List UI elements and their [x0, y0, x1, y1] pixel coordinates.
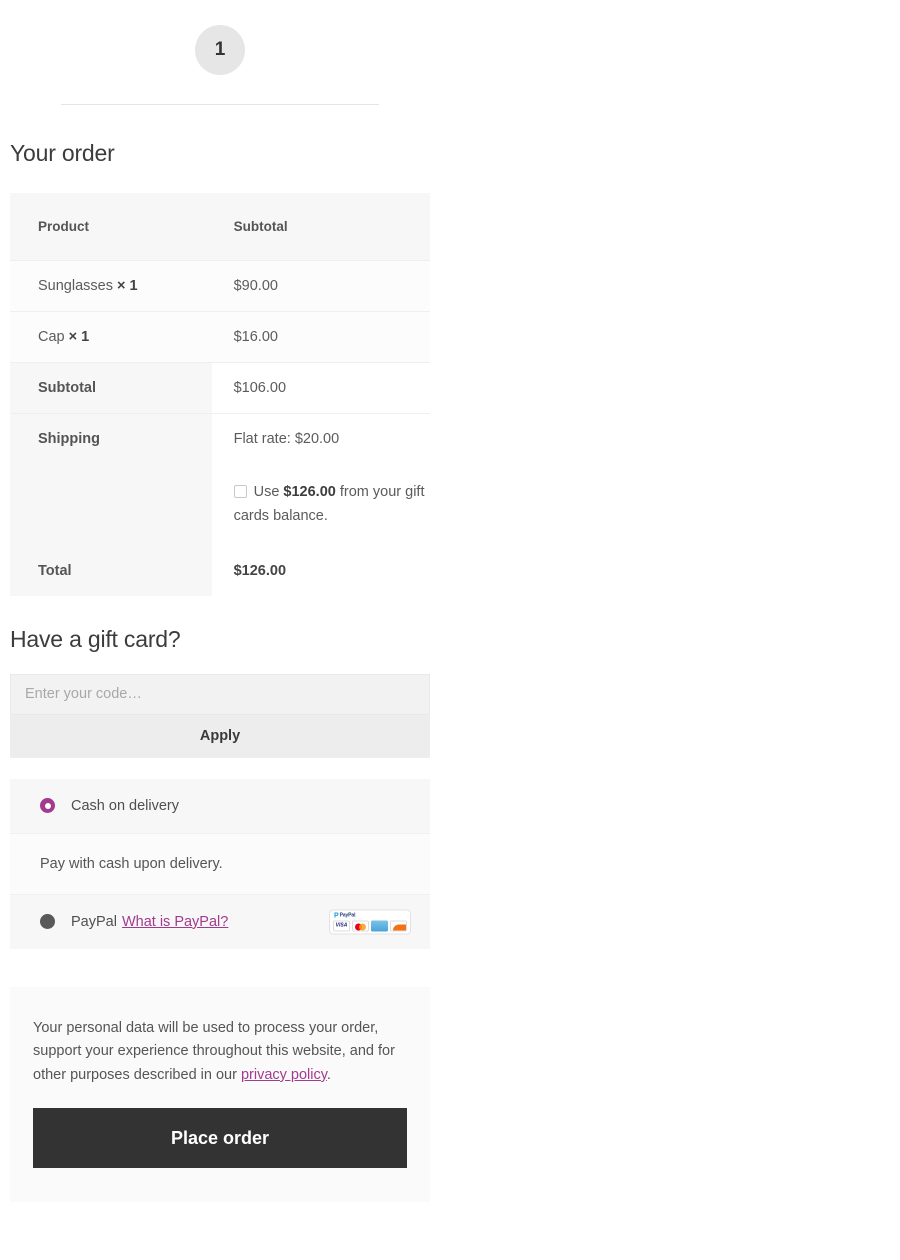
- giftcard-code-input[interactable]: [10, 673, 430, 715]
- amex-logo: [371, 920, 388, 932]
- giftcard-toggle-spacer: [10, 464, 212, 546]
- product-price: $16.00: [211, 311, 430, 363]
- product-name: Sunglasses: [38, 278, 113, 294]
- giftcard-form: Apply: [10, 673, 430, 758]
- payment-option-label: PayPal: [71, 913, 117, 930]
- visa-logo: VISA: [333, 920, 350, 932]
- checkout-panel-step-2: 2 Your order Product Subtotal Sunglasses…: [440, 0, 900, 1260]
- payment-methods-list: Cash on delivery Pay with cash upon deli…: [10, 778, 430, 949]
- payment-option-cash-on-delivery[interactable]: Cash on delivery: [10, 778, 430, 833]
- place-order-button[interactable]: Place order: [33, 1108, 407, 1169]
- radio-selected-icon[interactable]: [40, 798, 55, 814]
- shipping-label: Shipping: [10, 413, 212, 464]
- step-header-1: 1: [10, 0, 430, 105]
- privacy-text-before: Your personal data will be used to proce…: [33, 1019, 395, 1083]
- column-header-product: Product: [10, 193, 212, 261]
- column-header-subtotal: Subtotal: [211, 193, 430, 261]
- total-value: $126.00: [211, 545, 430, 596]
- subtotal-value: $106.00: [211, 362, 430, 414]
- table-row: Sunglasses × 1 $90.00: [10, 260, 430, 312]
- giftcard-toggle-row: Use $126.00 from your gift cards balance…: [10, 464, 430, 546]
- paypal-logo: P PayPal: [334, 912, 356, 920]
- total-label: Total: [10, 545, 212, 596]
- privacy-policy-link[interactable]: privacy policy: [241, 1067, 327, 1083]
- giftcard-apply-button[interactable]: Apply: [10, 714, 430, 758]
- payment-description-cash-on-delivery: Pay with cash upon delivery.: [10, 832, 430, 895]
- giftcard-amount: $126.00: [283, 484, 336, 500]
- subtotal-label: Subtotal: [10, 362, 212, 414]
- giftcard-text-before: Use: [253, 484, 284, 500]
- total-row: Total $126.00: [10, 545, 430, 596]
- accepted-cards-logos: P PayPal VISA: [330, 910, 410, 934]
- what-is-paypal-link[interactable]: What is PayPal?: [122, 914, 228, 930]
- checkout-panel-step-1: 1 Your order Product Subtotal Sunglasses…: [0, 0, 440, 1260]
- use-giftcard-balance-checkbox[interactable]: [233, 485, 247, 498]
- product-qty: × 1: [68, 329, 90, 345]
- radio-unselected-icon[interactable]: [40, 914, 55, 930]
- use-giftcard-balance-label[interactable]: Use $126.00 from your gift cards balance…: [233, 481, 430, 529]
- product-cell: Cap × 1: [10, 311, 212, 363]
- subtotal-row: Subtotal $106.00: [10, 362, 430, 414]
- order-summary-table: Product Subtotal Sunglasses × 1 $90.00 C…: [10, 193, 430, 596]
- checkout-comparison-board: 1 Your order Product Subtotal Sunglasses…: [0, 0, 900, 1260]
- payment-option-label: Cash on delivery: [71, 797, 179, 814]
- discover-logo: [390, 920, 407, 932]
- table-row: Cap × 1 $16.00: [10, 311, 430, 363]
- card-logo-row: VISA: [333, 920, 407, 932]
- mastercard-logo: [352, 920, 369, 932]
- product-price: $90.00: [211, 260, 430, 312]
- shipping-row: Shipping Flat rate: $20.00: [10, 413, 430, 464]
- privacy-text-after: .: [326, 1066, 331, 1083]
- shipping-value: Flat rate: $20.00: [211, 413, 430, 464]
- step-divider: [61, 104, 379, 105]
- table-header-row: Product Subtotal: [10, 193, 430, 261]
- product-cell: Sunglasses × 1: [10, 260, 212, 312]
- order-section-title: Your order: [10, 140, 115, 166]
- step-number-badge: 1: [195, 25, 245, 75]
- product-qty: × 1: [117, 278, 138, 294]
- checkout-footer: Your personal data will be used to proce…: [10, 986, 430, 1203]
- giftcard-toggle-cell[interactable]: Use $126.00 from your gift cards balance…: [211, 464, 430, 546]
- payment-option-paypal[interactable]: PayPal What is PayPal? P PayPal VISA: [10, 894, 430, 949]
- product-name: Cap: [38, 329, 65, 345]
- privacy-notice: Your personal data will be used to proce…: [33, 1017, 407, 1087]
- giftcard-section-title: Have a gift card?: [10, 625, 181, 652]
